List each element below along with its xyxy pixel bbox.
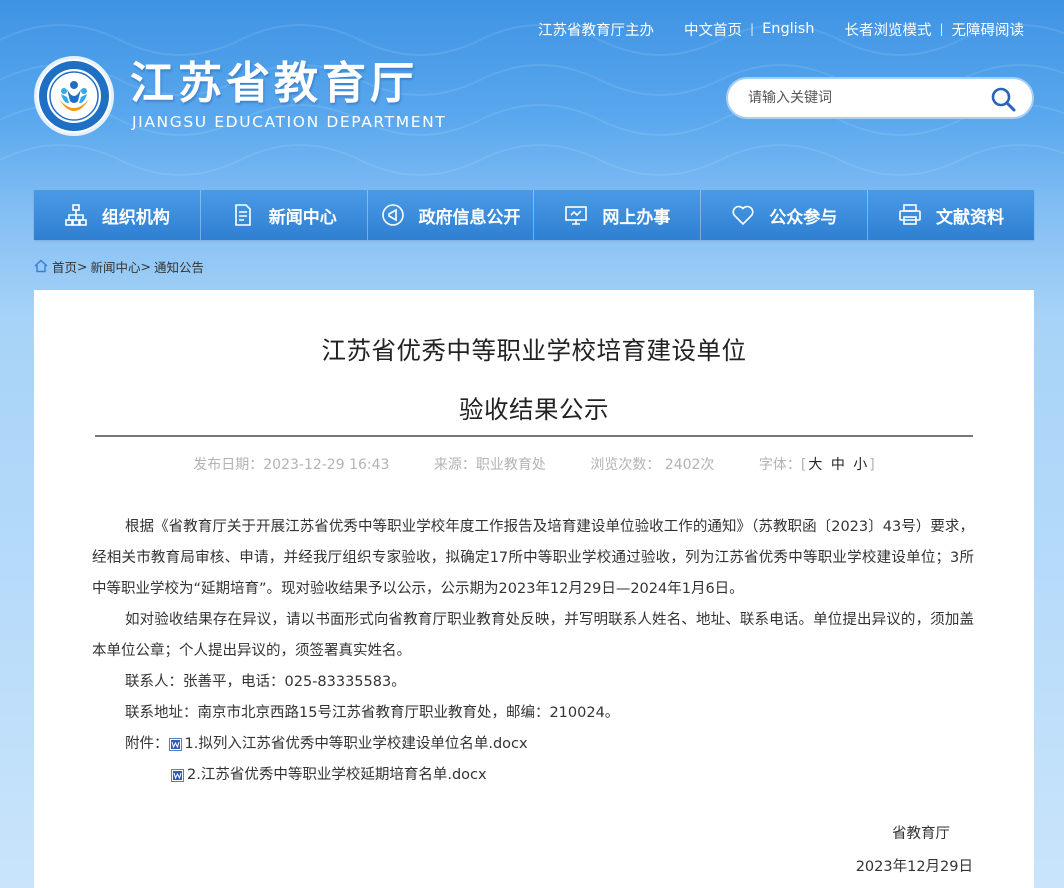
word-doc-icon xyxy=(171,769,184,782)
search-input[interactable] xyxy=(748,90,978,106)
breadcrumb-separator: > xyxy=(77,258,88,274)
article-panel: 江苏省优秀中等职业学校培育建设单位 验收结果公示 发布日期：2023-12-29… xyxy=(34,290,1034,888)
home-icon xyxy=(34,259,48,273)
elder-mode-link[interactable]: 长者浏览模式 xyxy=(844,19,931,40)
nav-item-online-service[interactable]: 网上办事 xyxy=(534,190,702,240)
breadcrumb-home[interactable]: 首页 xyxy=(52,257,77,276)
english-link[interactable]: English xyxy=(762,21,814,37)
article-body: 根据《省教育厅关于开展江苏省优秀中等职业学校年度工作报告及培育建设单位验收工作的… xyxy=(92,512,974,791)
article-meta: 发布日期：2023-12-29 16:43 来源：职业教育处 浏览次数： 240… xyxy=(34,454,1034,474)
nav-label: 公众参与 xyxy=(769,207,838,228)
brand-title: 江苏省教育厅 xyxy=(130,58,418,109)
breadcrumb-separator: > xyxy=(140,258,151,274)
link-separator: | xyxy=(939,22,944,36)
nav-item-organization[interactable]: 组织机构 xyxy=(34,190,201,240)
attachment-row: 附件： 1.拟列入江苏省优秀中等职业学校建设单位名单.docx xyxy=(92,729,974,760)
paragraph: 如对验收结果存在异议，请以书面形式向省教育厅职业教育处反映，并写明联系人姓名、地… xyxy=(92,612,974,659)
view-count: 浏览次数： 2402次 xyxy=(590,457,715,473)
attachments-label: 附件： xyxy=(125,736,169,752)
nav-label: 政府信息公开 xyxy=(418,207,521,228)
printer-icon xyxy=(899,204,921,225)
font-size-label: 字体： xyxy=(758,457,801,473)
nav-label: 网上办事 xyxy=(602,207,671,228)
search-icon[interactable] xyxy=(990,86,1016,112)
font-size-medium[interactable]: 中 xyxy=(831,457,845,473)
attachment-row: 2.江苏省优秀中等职业学校延期培育名单.docx xyxy=(92,760,974,791)
paragraph: 联系人：张善平，电话：025-83335583。 xyxy=(125,674,406,690)
article-title-line1: 江苏省优秀中等职业学校培育建设单位 xyxy=(321,336,747,365)
nav-item-news[interactable]: 新闻中心 xyxy=(201,190,368,240)
heart-icon xyxy=(732,205,754,226)
title-divider xyxy=(95,435,973,437)
font-size-small[interactable]: 小 xyxy=(853,457,867,473)
education-emblem-icon xyxy=(39,61,109,131)
signature-org: 省教育厅 xyxy=(892,826,950,842)
font-size-large[interactable]: 大 xyxy=(808,457,822,473)
nav-item-gov-info[interactable]: 政府信息公开 xyxy=(368,190,535,240)
article-source: 来源：职业教育处 xyxy=(433,457,546,473)
nav-item-documents[interactable]: 文献资料 xyxy=(868,190,1034,240)
document-icon xyxy=(234,204,251,226)
link-separator: | xyxy=(750,22,755,36)
org-chart-icon xyxy=(65,204,87,226)
host-link[interactable]: 江苏省教育厅主办 xyxy=(538,19,654,40)
paragraph: 联系地址：南京市北京西路15号江苏省教育厅职业教育处，邮编：210024。 xyxy=(125,705,620,721)
breadcrumb: 首页 > 新闻中心 > 通知公告 xyxy=(34,257,204,275)
bracket: ] xyxy=(869,457,875,473)
nav-label: 新闻中心 xyxy=(268,207,337,228)
signature-date: 2023年12月29日 xyxy=(855,859,973,875)
monitor-icon xyxy=(565,206,588,225)
word-doc-icon xyxy=(168,738,182,751)
accessibility-link[interactable]: 无障碍阅读 xyxy=(952,19,1025,40)
nav-item-public-participation[interactable]: 公众参与 xyxy=(701,190,869,240)
home-cn-link[interactable]: 中文首页 xyxy=(684,19,742,40)
site-logo[interactable] xyxy=(34,56,114,136)
bracket: [ xyxy=(800,457,807,473)
paragraph: 根据《省教育厅关于开展江苏省优秀中等职业学校年度工作报告及培育建设单位验收工作的… xyxy=(92,519,974,597)
article-title-line2: 验收结果公示 xyxy=(459,395,609,424)
attachment-link[interactable]: 1.拟列入江苏省优秀中等职业学校建设单位名单.docx xyxy=(185,729,528,760)
font-size-switcher: 字体：[大 中 小] xyxy=(759,457,875,473)
attachment-link[interactable]: 2.江苏省优秀中等职业学校延期培育名单.docx xyxy=(187,760,487,791)
search-box xyxy=(726,77,1034,119)
nav-label: 组织机构 xyxy=(101,207,170,228)
breadcrumb-news[interactable]: 新闻中心 xyxy=(91,257,141,276)
publish-date: 发布日期：2023-12-29 16:43 xyxy=(193,457,390,473)
brand-subtitle: JIANGSU EDUCATION DEPARTMENT xyxy=(132,113,447,131)
signature-block: 省教育厅 2023年12月29日 xyxy=(856,818,973,884)
top-links: 江苏省教育厅主办 中文首页 | English 长者浏览模式 | 无障碍阅读 xyxy=(538,18,1024,40)
nav-label: 文献资料 xyxy=(936,207,1005,228)
bullhorn-icon xyxy=(381,204,404,226)
main-nav: 组织机构 新闻中心 政府信息公开 网上办事 公众参与 文献资料 xyxy=(34,190,1034,240)
breadcrumb-current[interactable]: 通知公告 xyxy=(154,257,204,276)
